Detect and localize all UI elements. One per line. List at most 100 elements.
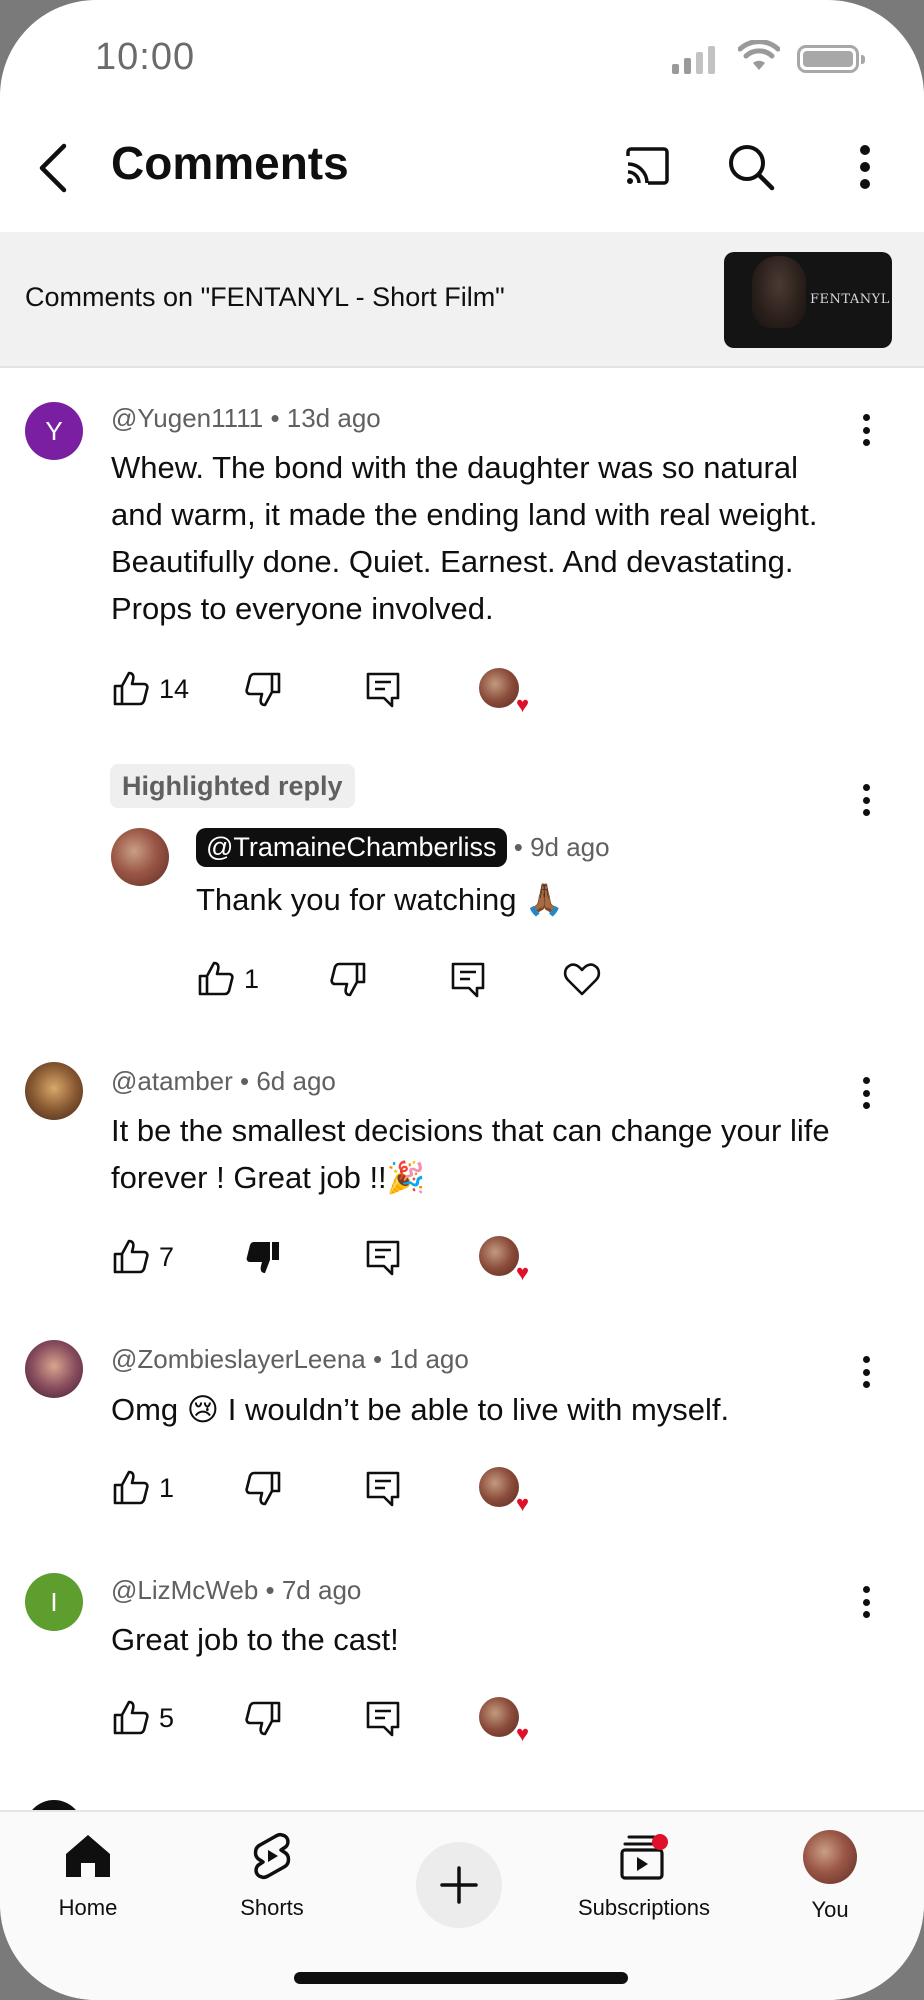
avatar[interactable]: Y: [25, 402, 83, 460]
comment-text: Omg 😢 I wouldn’t be able to live with my…: [111, 1392, 730, 1427]
like-button[interactable]: 1: [196, 954, 259, 1004]
nav-subscriptions[interactable]: Subscriptions: [564, 1830, 724, 1921]
like-button[interactable]: 7: [111, 1232, 174, 1282]
reply-author[interactable]: @TramaineChamberliss: [196, 828, 507, 867]
reply-icon: [366, 1240, 400, 1276]
dislike-button[interactable]: [243, 1232, 283, 1282]
reply-icon: [451, 962, 485, 998]
comment-age: 6d ago: [256, 1066, 336, 1096]
comment-menu-icon[interactable]: [859, 1073, 873, 1113]
comment-meta: @atamber • 6d ago: [111, 1066, 336, 1097]
comment-text: Whew. The bond with the daughter was so …: [111, 450, 818, 626]
meta-separator: •: [372, 1344, 390, 1374]
comment-text: It be the smallest decisions that can ch…: [111, 1113, 830, 1195]
heart-icon: ♥: [515, 1491, 529, 1516]
cast-icon[interactable]: [620, 140, 674, 194]
creator-heart-badge: ♥: [479, 668, 529, 716]
create-button[interactable]: [416, 1842, 502, 1928]
signal-icon: [672, 44, 715, 74]
comment-author[interactable]: @LizMcWeb: [111, 1575, 258, 1605]
heart-icon: ♥: [515, 1260, 529, 1285]
thumbs-down-icon: [245, 672, 281, 707]
thumbnail-title: FENTANYL: [810, 292, 890, 307]
reply-actions: 1: [196, 954, 796, 1004]
reply-button[interactable]: [363, 1693, 403, 1743]
highlighted-reply-chip: Highlighted reply: [110, 764, 355, 808]
wifi-icon: [738, 40, 780, 70]
reply-icon: [366, 672, 400, 708]
comment-actions: 7 ♥: [111, 1232, 811, 1285]
reply-button[interactable]: [363, 1463, 403, 1513]
reply-menu-icon[interactable]: [859, 780, 873, 820]
meta-separator: •: [240, 1066, 257, 1096]
home-icon: [66, 1835, 110, 1877]
like-count: 1: [244, 963, 260, 994]
dislike-button[interactable]: [243, 664, 283, 714]
search-icon[interactable]: [724, 140, 778, 194]
nav-shorts[interactable]: Shorts: [192, 1830, 352, 1921]
thumbs-down-icon: [245, 1701, 281, 1736]
back-arrow-icon[interactable]: [30, 138, 76, 198]
creator-heart-badge: ♥: [479, 1697, 529, 1745]
phone-screen: 10:00 Comments Comments on "FENTANYL - S…: [0, 0, 924, 2000]
like-count: 5: [159, 1702, 175, 1733]
avatar[interactable]: [25, 1062, 83, 1120]
page-title: Comments: [111, 137, 349, 189]
comment-text: Great job to the cast!: [111, 1622, 399, 1657]
reply-meta: @TramaineChamberliss • 9d ago: [196, 828, 610, 867]
subscriptions-icon: [620, 1834, 668, 1880]
comment-age: 13d ago: [286, 403, 381, 433]
comment-menu-icon[interactable]: [859, 1352, 873, 1392]
reply-text: Thank you for watching 🙏🏾: [196, 882, 564, 917]
comment-author[interactable]: @Yugen1111: [111, 403, 263, 433]
battery-icon: [797, 45, 865, 73]
like-button[interactable]: 5: [111, 1693, 174, 1743]
status-bar: 10:00: [0, 0, 924, 110]
video-header[interactable]: Comments on "FENTANYL - Short Film" FENT…: [0, 232, 924, 368]
nav-shorts-label: Shorts: [240, 1895, 304, 1920]
thumbs-down-icon: [330, 962, 366, 997]
comment-menu-icon[interactable]: [859, 410, 873, 450]
reply-button[interactable]: [363, 664, 403, 714]
home-indicator: [294, 1972, 628, 1984]
dislike-button[interactable]: [328, 954, 368, 1004]
comment-menu-icon[interactable]: [859, 1582, 873, 1622]
thumbs-down-filled-icon: [246, 1242, 279, 1273]
reply-icon: [366, 1471, 400, 1507]
video-thumbnail[interactable]: FENTANYL: [724, 252, 892, 348]
comment-author[interactable]: @atamber: [111, 1066, 233, 1096]
comment-meta: @Yugen1111 • 13d ago: [111, 403, 381, 434]
nav-subscriptions-label: Subscriptions: [577, 1895, 711, 1920]
comment-actions: 14 ♥: [111, 664, 811, 716]
avatar[interactable]: [25, 1340, 83, 1398]
meta-separator: •: [513, 832, 531, 862]
dislike-button[interactable]: [243, 1693, 283, 1743]
video-comments-label: Comments on "FENTANYL - Short Film": [25, 282, 505, 312]
heart-icon: ♥: [515, 1721, 529, 1746]
comment-meta: @LizMcWeb • 7d ago: [111, 1575, 361, 1606]
profile-avatar: [803, 1830, 857, 1884]
reply-icon: [366, 1701, 400, 1737]
like-button[interactable]: 1: [111, 1463, 174, 1513]
like-button[interactable]: 14: [111, 664, 189, 714]
reply-button[interactable]: [448, 954, 488, 1004]
nav-home-label: Home: [58, 1895, 118, 1920]
like-count: 7: [159, 1241, 175, 1272]
like-count: 1: [159, 1472, 175, 1503]
dislike-button[interactable]: [243, 1463, 283, 1513]
more-options-icon[interactable]: [838, 140, 892, 194]
comment-author[interactable]: @ZombieslayerLeena: [111, 1344, 366, 1374]
heart-icon: ♥: [515, 692, 529, 717]
avatar[interactable]: I: [25, 1573, 83, 1631]
nav-you[interactable]: You: [750, 1830, 910, 1923]
comment-actions: 1 ♥: [111, 1463, 811, 1515]
creator-heart-badge: ♥: [479, 1467, 529, 1515]
comment-actions: 5 ♥: [111, 1693, 811, 1745]
comment-age: 7d ago: [281, 1575, 362, 1605]
heart-button[interactable]: [562, 954, 602, 1004]
reply-button[interactable]: [363, 1232, 403, 1282]
avatar[interactable]: [111, 828, 169, 886]
thumbs-up-icon: [113, 1700, 149, 1735]
nav-home[interactable]: Home: [8, 1830, 168, 1921]
meta-separator: •: [270, 403, 287, 433]
